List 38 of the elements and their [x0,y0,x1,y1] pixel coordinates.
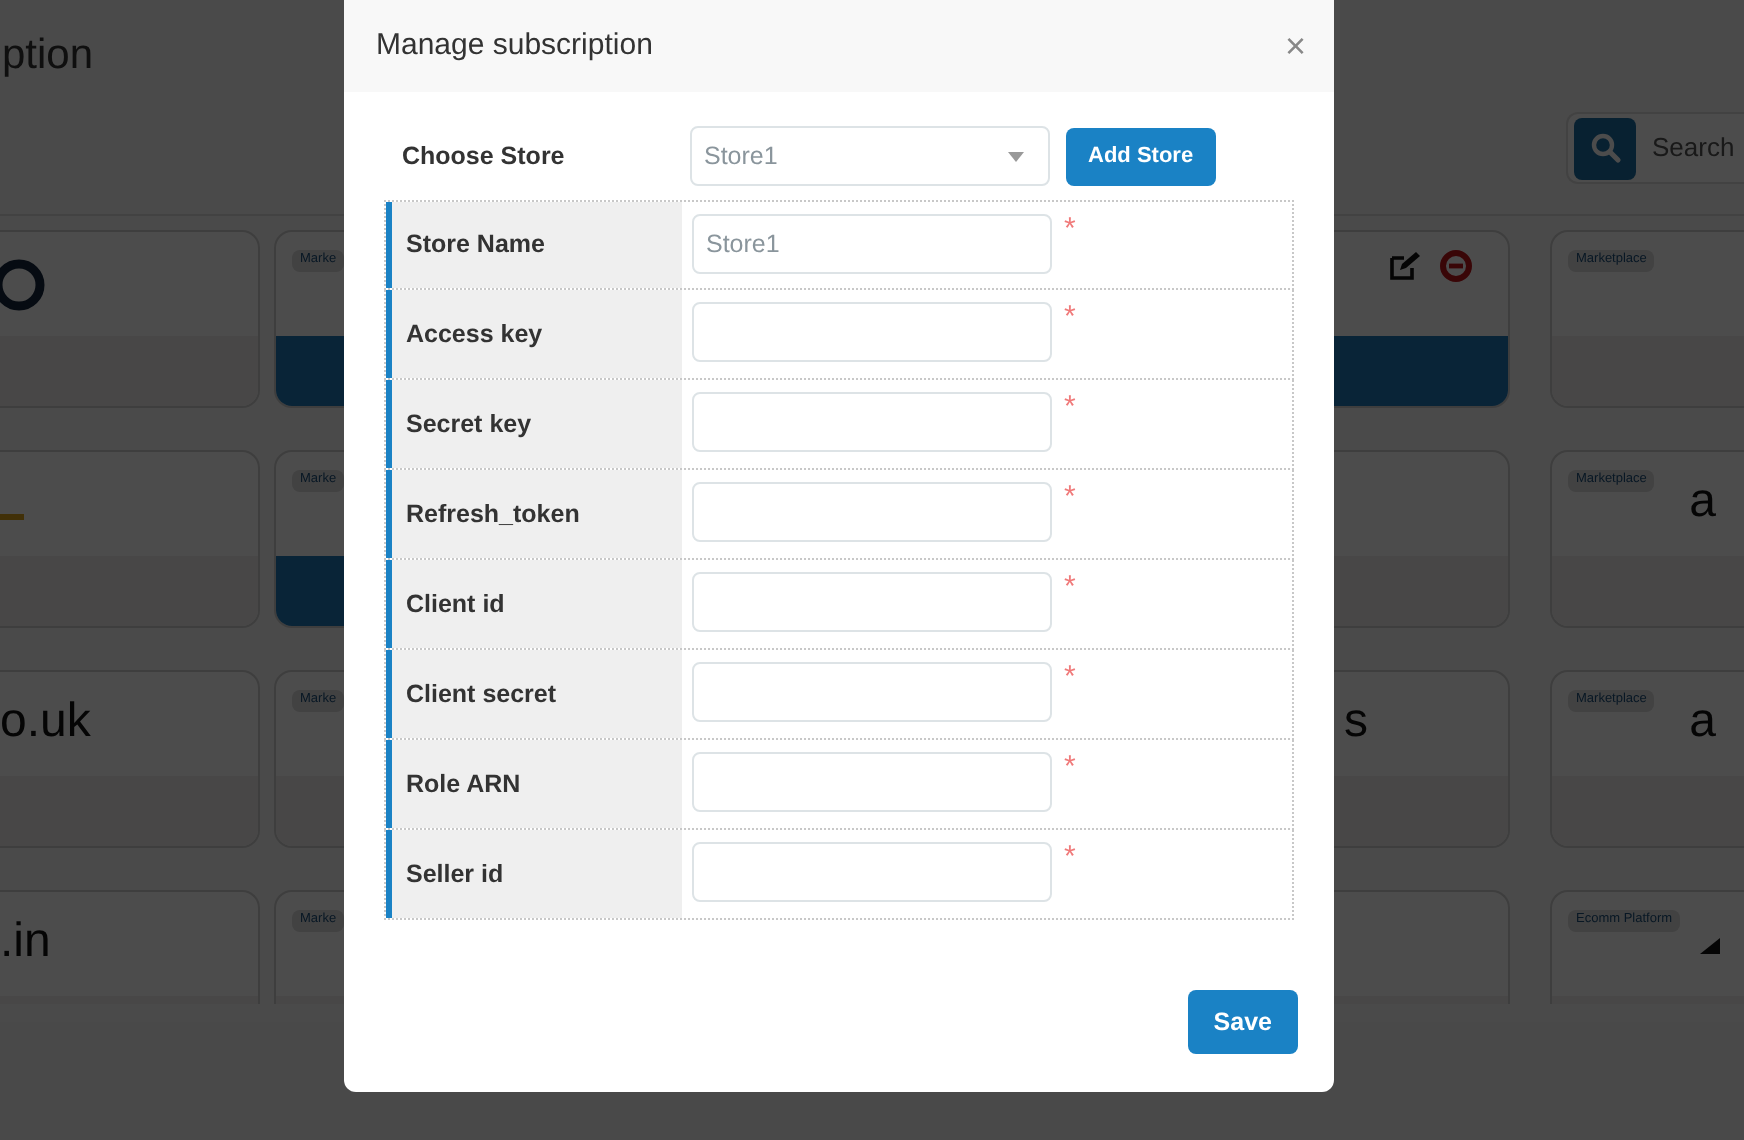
field-label: Client secret [406,677,557,712]
store-logo: a [1689,478,1716,526]
text-input[interactable] [692,572,1052,632]
field-label: Client id [406,587,505,622]
select-value: Store1 [704,139,778,174]
text-input[interactable] [692,842,1052,902]
field-label: Store Name [406,228,545,263]
store-logo: o.uk [0,698,91,746]
field-label: Access key [406,317,543,352]
field-label: Secret key [406,407,532,442]
text-input[interactable] [692,752,1052,812]
field-label: Seller id [406,857,504,892]
required-mark: * [1064,662,1076,692]
text-input[interactable] [692,482,1052,542]
required-mark: * [1064,392,1076,422]
store-logo: a [1689,698,1716,746]
field-label: Choose Store [402,139,567,174]
add-store-button[interactable]: Add Store [1066,127,1216,185]
text-input[interactable] [692,392,1052,452]
modal-title: Manage subscription [376,25,653,66]
field-label: Role ARN [406,767,521,802]
store-logo: .in [0,918,51,966]
save-button[interactable]: Save [1187,990,1298,1054]
required-mark: * [1064,752,1076,782]
field-label: Refresh_token [406,497,580,532]
caret-icon [1008,151,1024,161]
text-input[interactable]: Store1 [692,214,1052,274]
required-mark: * [1064,214,1076,244]
store-select[interactable]: Store1 [690,126,1050,186]
store-logo: s [1344,698,1368,746]
required-mark: * [1064,842,1076,872]
close-button[interactable]: × [1284,28,1306,64]
required-mark: * [1064,572,1076,602]
text-input[interactable] [692,302,1052,362]
required-mark: * [1064,302,1076,332]
required-mark: * [1064,482,1076,512]
text-input[interactable] [692,662,1052,722]
page-title: ption [2,30,94,83]
